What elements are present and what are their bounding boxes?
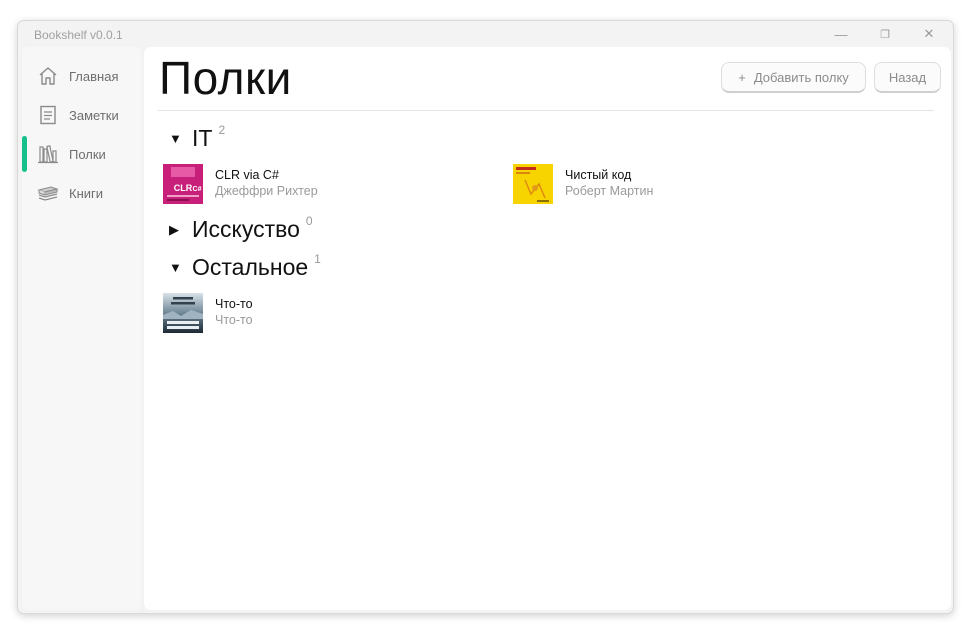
book-title: CLR via C#	[215, 168, 279, 182]
expand-toggle-icon[interactable]: ▼	[169, 254, 183, 275]
add-shelf-label: Добавить полку	[753, 69, 849, 85]
close-button[interactable]: ✕	[907, 21, 951, 47]
shelf-name: Остальное	[192, 254, 309, 280]
add-shelf-button[interactable]: + Добавить полку	[721, 62, 866, 93]
sidebar-item-shelves[interactable]: Полки	[22, 136, 141, 172]
notes-icon	[36, 104, 60, 126]
page-title: Полки	[159, 52, 292, 104]
expand-toggle-icon[interactable]: ▶	[169, 216, 183, 238]
sidebar-item-books[interactable]: Книги	[22, 176, 141, 210]
title-bar: Bookshelf v0.0.1 — ❐ ✕	[18, 21, 953, 47]
book-title: Что-то	[215, 297, 253, 311]
shelf-name: Исскуство	[192, 216, 300, 242]
back-button[interactable]: Назад	[874, 62, 941, 93]
svg-text:CLR: CLR	[174, 183, 193, 193]
shelves-icon	[36, 143, 60, 165]
shelf-header-it[interactable]: ▼ IT 2	[169, 123, 226, 152]
sidebar-item-label: Книги	[69, 186, 104, 201]
minimize-button[interactable]: —	[819, 21, 863, 47]
book-author: Что-то	[215, 313, 253, 327]
close-icon: ✕	[923, 26, 935, 41]
book-title: Чистый код	[565, 168, 632, 182]
sidebar-item-home[interactable]: Главная	[22, 59, 141, 93]
sidebar: Главная Заметки Полки Книги	[22, 47, 141, 610]
active-indicator	[22, 136, 27, 172]
sidebar-item-label: Главная	[69, 69, 119, 84]
book-author: Джеффри Рихтер	[215, 184, 318, 198]
maximize-button[interactable]: ❐	[863, 21, 907, 47]
svg-text:C#: C#	[193, 186, 202, 193]
main-content: Полки + Добавить полку Назад ▼ IT 2 CLR …	[144, 47, 951, 610]
maximize-icon: ❐	[880, 28, 890, 41]
expand-toggle-icon[interactable]: ▼	[169, 125, 183, 146]
book-cover: CLR C#	[163, 164, 203, 204]
book-item[interactable]: CLR C# CLR via C# Джеффри Рихтер	[163, 164, 493, 204]
sidebar-item-label: Полки	[69, 147, 106, 162]
book-item[interactable]: Чистый код Роберт Мартин	[513, 164, 843, 204]
sidebar-item-label: Заметки	[69, 108, 119, 123]
shelf-header-other[interactable]: ▼ Остальное 1	[169, 252, 321, 281]
shelf-count: 0	[305, 214, 313, 228]
book-cover	[163, 293, 203, 333]
home-icon	[36, 65, 60, 87]
book-item[interactable]: Что-то Что-то	[163, 293, 493, 333]
shelf-header-art[interactable]: ▶ Исскуство 0	[169, 214, 313, 243]
plus-icon: +	[738, 69, 746, 85]
shelf-count: 1	[314, 252, 321, 266]
minimize-icon: —	[834, 26, 848, 42]
app-window: Bookshelf v0.0.1 — ❐ ✕ Главная Заметки П…	[17, 20, 954, 614]
shelf-name: IT	[192, 125, 213, 151]
header-divider	[158, 110, 934, 111]
back-label: Назад	[888, 69, 927, 85]
shelf-count: 2	[218, 123, 226, 137]
sidebar-item-notes[interactable]: Заметки	[22, 98, 141, 132]
book-author: Роберт Мартин	[565, 184, 654, 198]
book-cover	[513, 164, 553, 204]
app-title: Bookshelf v0.0.1	[34, 28, 123, 42]
books-icon	[36, 182, 60, 204]
